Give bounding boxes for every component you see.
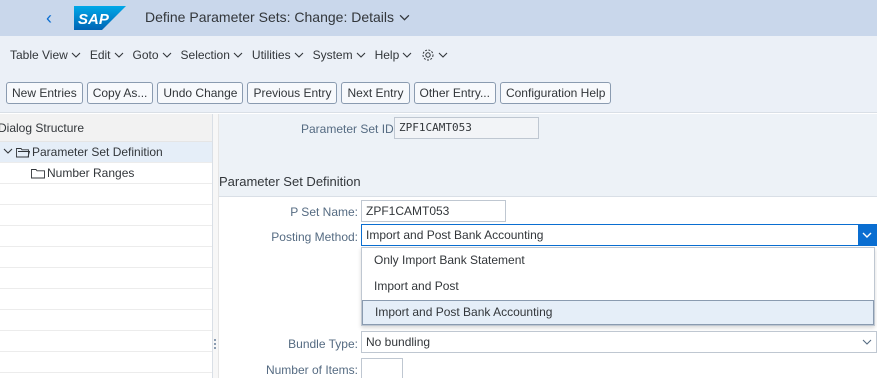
section-title: Parameter Set Definition bbox=[219, 174, 361, 189]
chevron-down-icon bbox=[399, 14, 410, 21]
tree-empty-row bbox=[0, 226, 212, 247]
number-of-items-label: Number of Items: bbox=[265, 363, 358, 377]
tree-node-label: Number Ranges bbox=[47, 166, 135, 180]
menu-bar: Table View Edit Goto Selection Utilities… bbox=[0, 36, 877, 73]
dialog-structure-panel: Dialog Structure Parameter Set Definitio… bbox=[0, 114, 213, 378]
undo-change-button[interactable]: Undo Change bbox=[157, 81, 244, 104]
chevron-down-icon bbox=[862, 339, 872, 345]
settings-menu[interactable] bbox=[421, 48, 448, 62]
chevron-down-icon bbox=[114, 52, 123, 58]
configuration-help-button[interactable]: Configuration Help bbox=[499, 81, 612, 104]
bundle-type-select[interactable]: No bundling bbox=[361, 331, 877, 353]
menu-table-view[interactable]: Table View bbox=[10, 48, 81, 62]
posting-method-dropdown-button[interactable] bbox=[858, 225, 876, 245]
back-button[interactable]: ‹ bbox=[40, 8, 58, 28]
menu-selection[interactable]: Selection bbox=[181, 48, 243, 62]
dropdown-option-import-post-bank-accounting[interactable]: Import and Post Bank Accounting bbox=[362, 300, 874, 325]
pset-name-label: P Set Name: bbox=[290, 205, 358, 219]
chevron-down-icon bbox=[162, 52, 171, 58]
pset-name-field[interactable]: ZPF1CAMT053 bbox=[361, 200, 506, 222]
next-entry-button[interactable]: Next Entry bbox=[341, 81, 410, 104]
copy-as-button[interactable]: Copy As... bbox=[86, 81, 154, 104]
menu-help[interactable]: Help bbox=[375, 48, 413, 62]
other-entry-button[interactable]: Other Entry... bbox=[413, 81, 496, 104]
sap-logo: SAP bbox=[74, 6, 126, 30]
chevron-down-icon[interactable] bbox=[3, 146, 13, 156]
tree-empty-row bbox=[0, 352, 212, 373]
tree-empty-row bbox=[0, 247, 212, 268]
tree-node-label: Parameter Set Definition bbox=[32, 145, 163, 159]
new-entries-button[interactable]: New Entries bbox=[6, 81, 83, 104]
tree-empty-row bbox=[0, 184, 212, 205]
menu-goto[interactable]: Goto bbox=[133, 48, 172, 62]
dropdown-option-import-and-post[interactable]: Import and Post bbox=[362, 274, 874, 299]
tree-empty-row bbox=[0, 268, 212, 289]
toolbar: New Entries Copy As... Undo Change Previ… bbox=[0, 73, 877, 113]
menu-system[interactable]: System bbox=[313, 48, 366, 62]
chevron-down-icon bbox=[294, 52, 303, 58]
tree-empty-row bbox=[0, 289, 212, 310]
detail-area: Parameter Set ID: ZPF1CAMT053 Parameter … bbox=[219, 114, 877, 378]
chevron-down-icon bbox=[356, 52, 365, 58]
splitter-grip[interactable] bbox=[214, 339, 216, 349]
bundle-type-label: Bundle Type: bbox=[288, 337, 358, 351]
chevron-down-icon bbox=[233, 52, 243, 58]
chevron-down-icon bbox=[862, 232, 872, 238]
dropdown-option-only-import[interactable]: Only Import Bank Statement bbox=[362, 248, 874, 273]
menu-edit[interactable]: Edit bbox=[90, 48, 124, 62]
parameter-set-id-field: ZPF1CAMT053 bbox=[394, 117, 539, 139]
previous-entry-button[interactable]: Previous Entry bbox=[247, 81, 338, 104]
tree-empty-row bbox=[0, 331, 212, 352]
posting-method-dropdown-list: Only Import Bank Statement Import and Po… bbox=[361, 247, 875, 326]
chevron-down-icon bbox=[402, 52, 412, 58]
bundle-type-value: No bundling bbox=[366, 335, 431, 349]
tree-node-parameter-set-definition[interactable]: Parameter Set Definition bbox=[0, 142, 212, 163]
window-title[interactable]: Define Parameter Sets: Change: Details bbox=[145, 9, 410, 25]
title-bar: ‹ SAP Define Parameter Sets: Change: Det… bbox=[0, 0, 877, 36]
posting-method-label: Posting Method: bbox=[271, 230, 358, 244]
tree-empty-row bbox=[0, 310, 212, 331]
chevron-down-icon bbox=[71, 52, 81, 58]
tree-empty-row bbox=[0, 205, 212, 226]
gear-icon bbox=[422, 49, 434, 60]
open-folder-icon bbox=[16, 148, 30, 158]
dialog-structure-header: Dialog Structure bbox=[0, 114, 212, 142]
menu-utilities[interactable]: Utilities bbox=[252, 48, 304, 62]
folder-icon bbox=[31, 169, 45, 179]
posting-method-select[interactable]: Import and Post Bank Accounting bbox=[361, 224, 877, 246]
chevron-down-icon bbox=[438, 52, 448, 58]
posting-method-value: Import and Post Bank Accounting bbox=[366, 228, 544, 242]
logo-text: SAP bbox=[78, 11, 110, 28]
tree-node-number-ranges[interactable]: Number Ranges bbox=[0, 163, 212, 184]
parameter-set-id-label: Parameter Set ID: bbox=[301, 122, 398, 136]
number-of-items-field[interactable] bbox=[361, 358, 403, 378]
window-title-text: Define Parameter Sets: Change: Details bbox=[145, 9, 395, 25]
